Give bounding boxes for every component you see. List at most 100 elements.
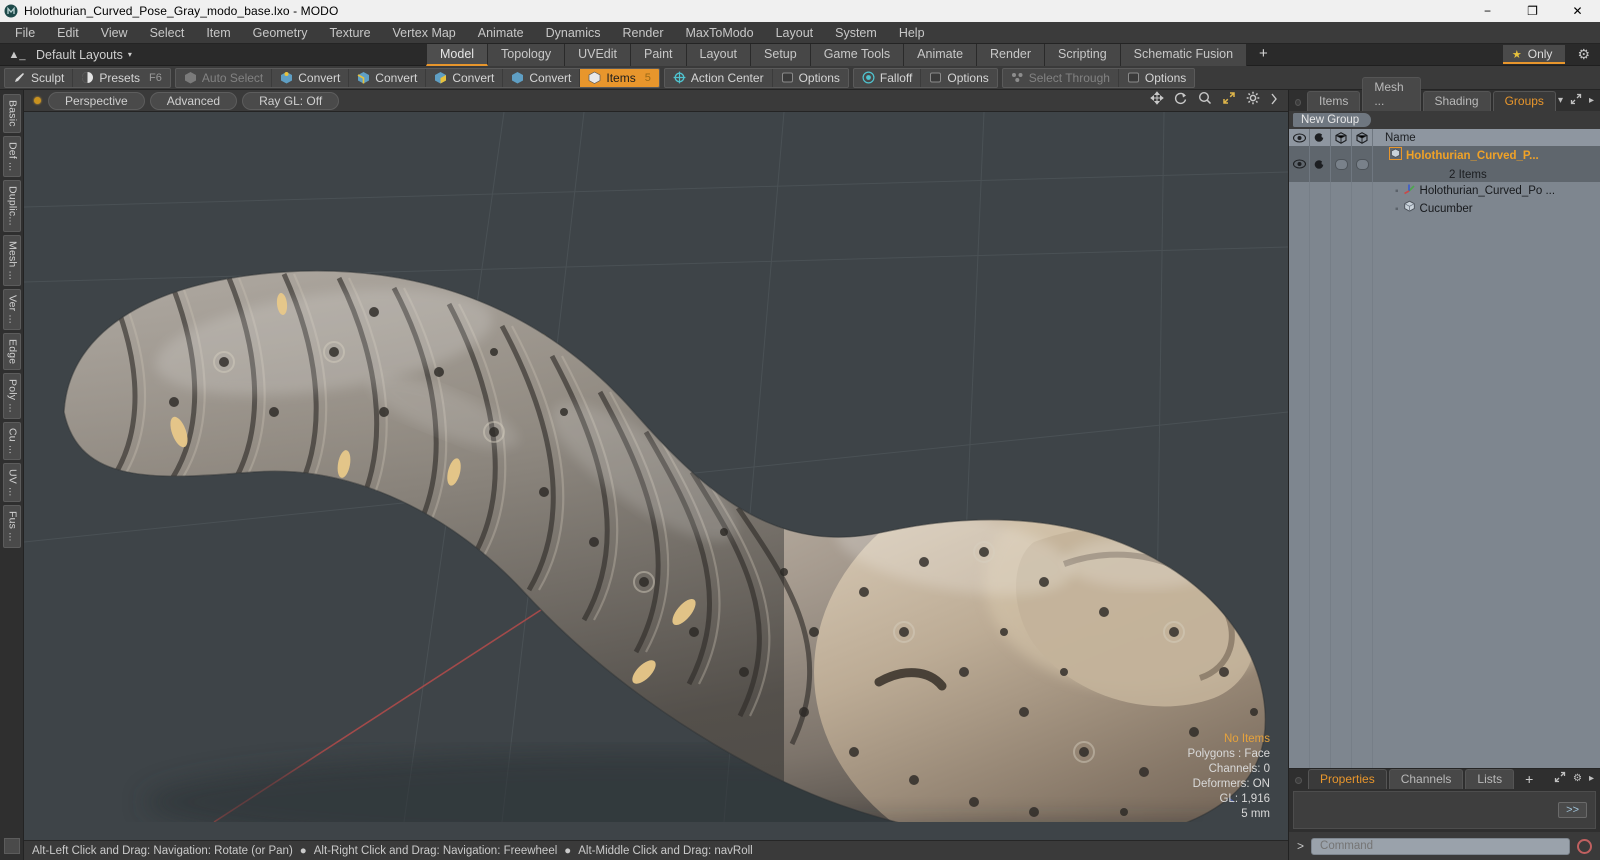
left-strip-box[interactable] bbox=[3, 838, 20, 854]
close-button[interactable]: ✕ bbox=[1555, 0, 1600, 22]
viewport-perspective-button[interactable]: Perspective bbox=[48, 91, 145, 110]
vtab-uv[interactable]: UV ... bbox=[2, 462, 21, 503]
gear-icon[interactable] bbox=[1246, 91, 1260, 110]
menu-item-view[interactable]: View bbox=[90, 22, 139, 44]
move-icon[interactable] bbox=[1150, 91, 1164, 110]
menu-item-select[interactable]: Select bbox=[139, 22, 196, 44]
tab-render[interactable]: Render bbox=[977, 43, 1046, 66]
minimize-button[interactable]: − bbox=[1465, 0, 1510, 22]
rotate-icon[interactable] bbox=[1174, 91, 1188, 110]
row-shade-checkbox[interactable] bbox=[1331, 146, 1352, 182]
gear-icon[interactable]: ⚙ bbox=[1573, 773, 1582, 784]
tab-model[interactable]: Model bbox=[426, 43, 489, 66]
menu-item-texture[interactable]: Texture bbox=[319, 22, 382, 44]
expand-properties-button[interactable]: >> bbox=[1558, 802, 1587, 818]
tab-schematic-fusion[interactable]: Schematic Fusion bbox=[1120, 43, 1248, 66]
tab-shading[interactable]: Shading bbox=[1422, 91, 1491, 111]
row-body[interactable]: ▪ Cucumber bbox=[1373, 200, 1600, 218]
command-input[interactable] bbox=[1311, 837, 1570, 855]
vtab-fusion[interactable]: Fus ... bbox=[2, 505, 21, 549]
menu-item-layout[interactable]: Layout bbox=[765, 22, 825, 44]
items-button[interactable]: Items 5 bbox=[580, 68, 659, 87]
presets-button[interactable]: Presets F6 bbox=[73, 69, 170, 87]
vtab-curve[interactable]: Cu ... bbox=[2, 421, 21, 460]
default-layouts-menu[interactable]: Default Layouts bbox=[36, 48, 123, 62]
tab-uvedit[interactable]: UVEdit bbox=[565, 43, 631, 66]
falloff-button[interactable]: Falloff bbox=[854, 68, 922, 87]
bottom-panel-pin-dot[interactable] bbox=[1295, 777, 1302, 784]
tab-groups[interactable]: Groups bbox=[1492, 91, 1556, 111]
tab-mesh[interactable]: Mesh ... bbox=[1362, 77, 1421, 111]
add-tab-button[interactable]: + bbox=[1247, 44, 1280, 66]
row-render-toggle[interactable] bbox=[1310, 146, 1331, 182]
menu-item-file[interactable]: File bbox=[4, 22, 46, 44]
tab-animate[interactable]: Animate bbox=[904, 43, 978, 66]
row-body[interactable]: ▪ Holothurian_Curved_Po ... bbox=[1373, 182, 1600, 200]
convert-material-button[interactable]: Convert bbox=[503, 68, 581, 87]
menu-item-geometry[interactable]: Geometry bbox=[242, 22, 319, 44]
chevron-down-icon[interactable]: ▾ bbox=[128, 50, 132, 59]
tab-channels[interactable]: Channels bbox=[1388, 769, 1464, 789]
viewport-raygl-button[interactable]: Ray GL: Off bbox=[242, 91, 340, 110]
vtab-mesh[interactable]: Mesh ... bbox=[2, 234, 21, 286]
sculpt-button[interactable]: Sculpt bbox=[5, 68, 74, 87]
vtab-edge[interactable]: Edge bbox=[2, 332, 21, 370]
auto-select-button[interactable]: Auto Select bbox=[176, 68, 273, 87]
table-row[interactable]: Holothurian_Curved_P... 2 Items bbox=[1289, 146, 1600, 182]
convert-vertex-button[interactable]: Convert bbox=[272, 68, 350, 87]
expand-icon[interactable] bbox=[1554, 771, 1566, 786]
tab-topology[interactable]: Topology bbox=[488, 43, 566, 66]
only-toggle-button[interactable]: ★ Only bbox=[1502, 45, 1566, 64]
eject-icon[interactable]: ▲_ bbox=[8, 49, 26, 61]
vtab-deform[interactable]: Def ... bbox=[2, 135, 21, 178]
vtab-duplicate[interactable]: Duplic... bbox=[2, 180, 21, 232]
falloff-options-button[interactable]: Options bbox=[921, 69, 996, 87]
chevron-right-icon[interactable]: ▸ bbox=[1589, 773, 1594, 784]
maximize-button[interactable]: ❐ bbox=[1510, 0, 1555, 22]
menu-item-system[interactable]: System bbox=[824, 22, 888, 44]
viewport-advanced-button[interactable]: Advanced bbox=[149, 91, 238, 110]
row-body[interactable]: Holothurian_Curved_P... 2 Items bbox=[1373, 146, 1600, 182]
action-center-options-button[interactable]: Options bbox=[773, 69, 848, 87]
tab-scripting[interactable]: Scripting bbox=[1045, 43, 1121, 66]
new-group-button[interactable]: New Group bbox=[1293, 113, 1371, 127]
group-tree[interactable]: Holothurian_Curved_P... 2 Items ▪ Holoth… bbox=[1289, 146, 1600, 768]
action-center-button[interactable]: Action Center bbox=[665, 68, 773, 87]
render-icon[interactable] bbox=[1310, 129, 1331, 146]
row-eye-toggle[interactable] bbox=[1289, 146, 1310, 182]
vtab-basic[interactable]: Basic bbox=[2, 94, 21, 133]
tab-layout[interactable]: Layout bbox=[686, 43, 752, 66]
zoom-icon[interactable] bbox=[1198, 91, 1212, 110]
select-through-options-button[interactable]: Options bbox=[1119, 69, 1194, 87]
3d-viewport[interactable]: No Items Polygons : Face Channels: 0 Def… bbox=[24, 112, 1288, 840]
menu-item-item[interactable]: Item bbox=[195, 22, 241, 44]
select-through-button[interactable]: Select Through bbox=[1003, 68, 1119, 87]
tab-lists[interactable]: Lists bbox=[1465, 769, 1515, 789]
menu-item-dynamics[interactable]: Dynamics bbox=[535, 22, 612, 44]
add-bottom-tab-button[interactable]: + bbox=[1516, 771, 1542, 789]
wire-icon[interactable] bbox=[1352, 129, 1373, 146]
tab-setup[interactable]: Setup bbox=[751, 43, 811, 66]
menu-item-help[interactable]: Help bbox=[888, 22, 936, 44]
convert-edge-button[interactable]: Convert bbox=[349, 68, 427, 87]
tab-items[interactable]: Items bbox=[1307, 91, 1361, 111]
expand-icon[interactable] bbox=[1570, 93, 1582, 108]
panel-pin-dot[interactable] bbox=[1295, 99, 1301, 106]
menu-item-animate[interactable]: Animate bbox=[467, 22, 535, 44]
shade-icon[interactable] bbox=[1331, 129, 1352, 146]
tab-properties[interactable]: Properties bbox=[1308, 769, 1387, 789]
chevron-down-icon[interactable]: ▾ bbox=[1558, 95, 1563, 106]
expand-icon[interactable] bbox=[1222, 91, 1236, 110]
eye-icon[interactable] bbox=[1289, 129, 1310, 146]
active-dot[interactable] bbox=[34, 97, 41, 104]
chevron-right-icon[interactable]: ▸ bbox=[1589, 95, 1594, 106]
menu-item-edit[interactable]: Edit bbox=[46, 22, 90, 44]
vtab-polygon[interactable]: Poly ... bbox=[2, 372, 21, 419]
row-wire-checkbox[interactable] bbox=[1352, 146, 1373, 182]
gear-icon[interactable]: ⚙ bbox=[1577, 46, 1590, 63]
menu-item-maxtomodo[interactable]: MaxToModo bbox=[675, 22, 765, 44]
chevron-right-icon[interactable] bbox=[1270, 92, 1278, 110]
record-icon[interactable] bbox=[1577, 838, 1592, 854]
tab-paint[interactable]: Paint bbox=[631, 43, 687, 66]
menu-item-vertex-map[interactable]: Vertex Map bbox=[382, 22, 467, 44]
